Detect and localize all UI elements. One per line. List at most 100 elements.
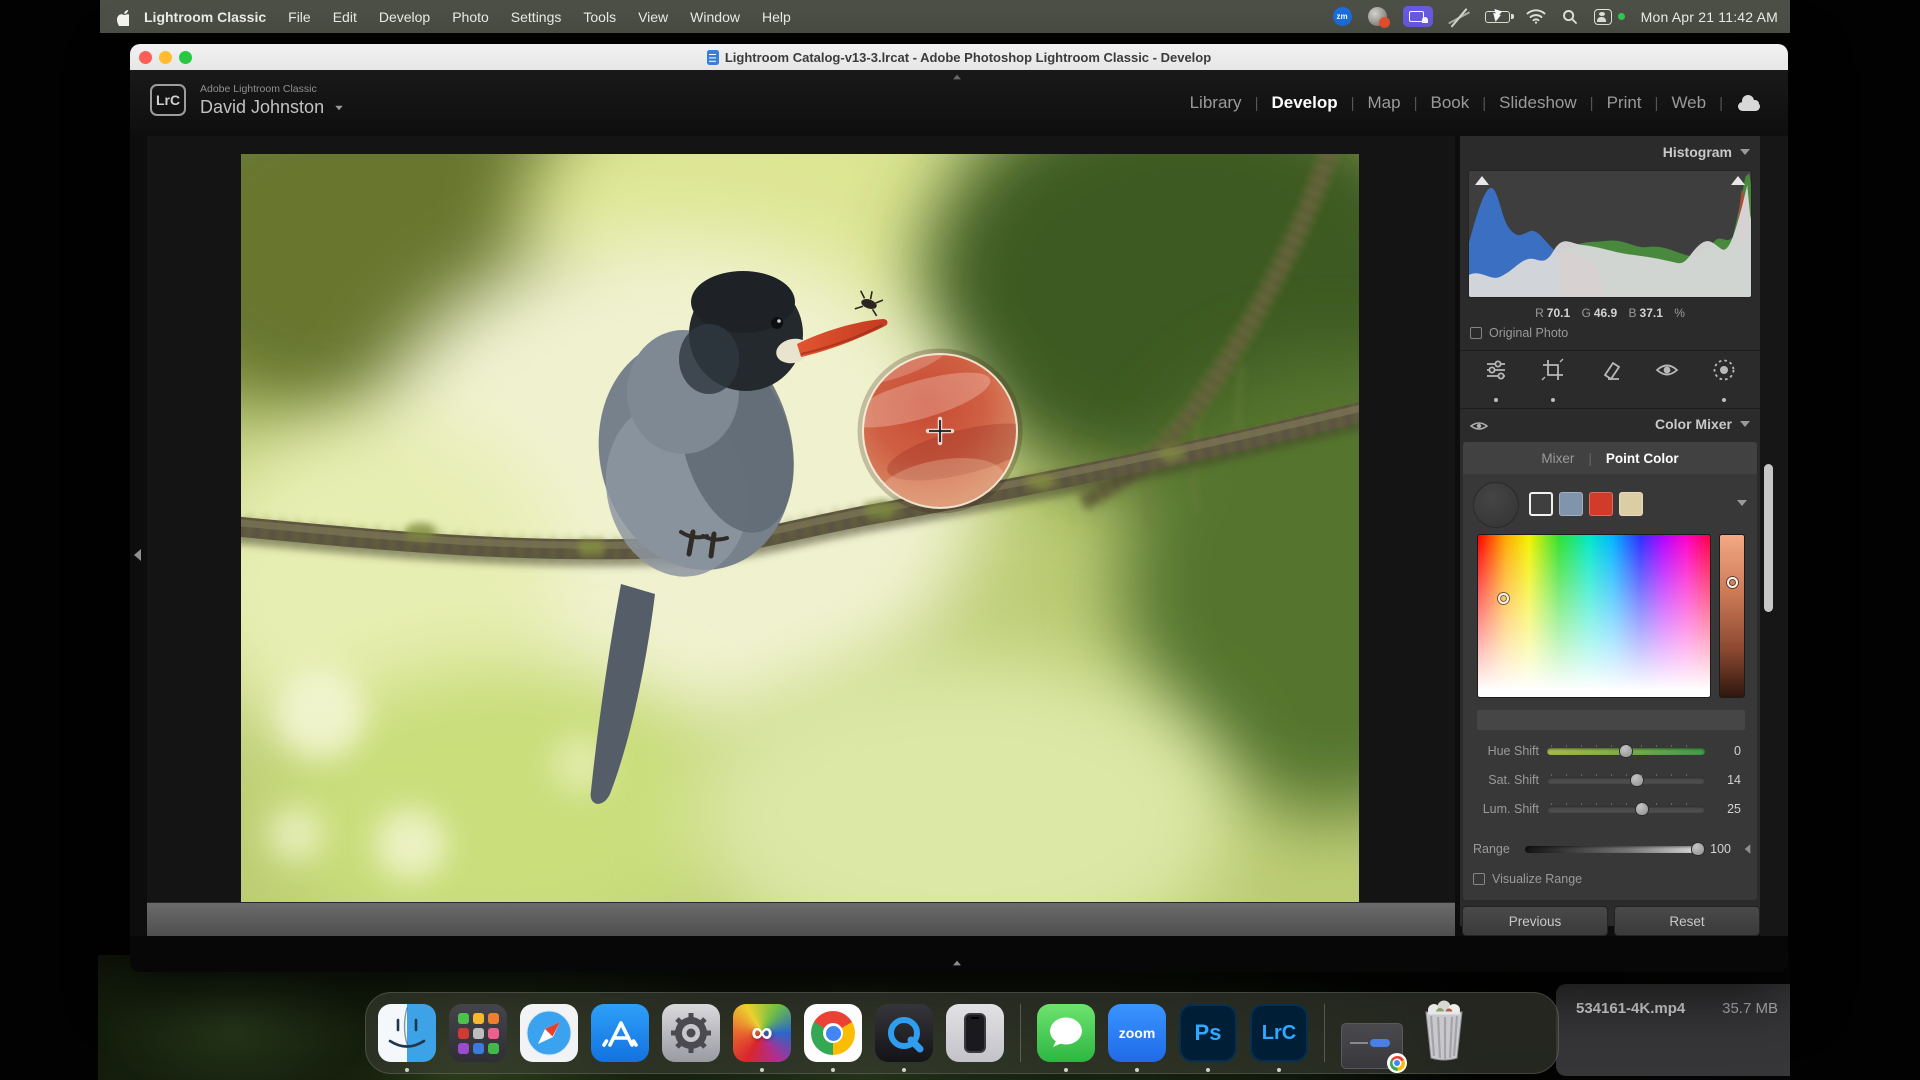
creative-cloud-status-icon[interactable]: [1368, 7, 1387, 26]
menu-item-help[interactable]: Help: [751, 9, 802, 25]
dock-icon-iphone-mirroring[interactable]: [946, 1004, 1004, 1062]
background-file-window[interactable]: …… 534161-4K.mp4 35.7 MB: [1556, 984, 1790, 1076]
screen-sharing-icon[interactable]: [1403, 6, 1433, 27]
dock-icon-app-store[interactable]: [591, 1004, 649, 1062]
menu-item-settings[interactable]: Settings: [500, 9, 573, 25]
sat-shift-slider[interactable]: [1547, 777, 1705, 784]
pencil-slash-icon[interactable]: [1449, 7, 1469, 27]
filmstrip-reveal-icon[interactable]: [953, 961, 961, 966]
masking-icon[interactable]: [1702, 356, 1746, 404]
visualize-range-row[interactable]: Visualize Range: [1473, 872, 1582, 886]
module-web[interactable]: Web: [1671, 93, 1706, 113]
highlight-clipping-icon[interactable]: [1731, 176, 1745, 185]
window-titlebar[interactable]: Lightroom Catalog-v13-3.lrcat - Adobe Ph…: [130, 44, 1788, 70]
menu-item-edit[interactable]: Edit: [322, 9, 368, 25]
menu-item-window[interactable]: Window: [679, 9, 751, 25]
menu-item-photo[interactable]: Photo: [441, 9, 500, 25]
range-expand-icon[interactable]: [1745, 844, 1751, 854]
swatch-options-icon[interactable]: [1737, 500, 1747, 506]
file-size: 35.7 MB: [1722, 1000, 1778, 1017]
cloud-sync-icon[interactable]: [1736, 95, 1762, 111]
running-dot: [1064, 1068, 1068, 1072]
window-title: Lightroom Catalog-v13-3.lrcat - Adobe Ph…: [725, 50, 1211, 65]
color-mixer-collapse-icon[interactable]: [1740, 421, 1750, 427]
red-eye-icon[interactable]: [1645, 356, 1689, 404]
photo-bird-on-branch[interactable]: [241, 154, 1359, 904]
top-panel-collapse-icon[interactable]: [953, 75, 961, 80]
hue-shift-slider[interactable]: [1547, 748, 1705, 755]
dock-icon-quicktime[interactable]: [875, 1004, 933, 1062]
dock-icon-photoshop[interactable]: Ps: [1179, 1004, 1237, 1062]
module-develop[interactable]: Develop: [1271, 93, 1337, 113]
lum-shift-thumb[interactable]: [1635, 802, 1649, 816]
module-library[interactable]: Library: [1190, 93, 1242, 113]
zoom-status-icon[interactable]: zm: [1333, 7, 1352, 26]
develop-canvas: [147, 136, 1455, 902]
dock-icon-trash[interactable]: [1416, 1004, 1472, 1062]
original-photo-row[interactable]: Original Photo: [1470, 326, 1568, 340]
apple-icon[interactable]: [114, 8, 129, 26]
range-thumb[interactable]: [1691, 842, 1705, 856]
tab-mixer[interactable]: Mixer: [1541, 451, 1574, 466]
running-dot: [1135, 1068, 1139, 1072]
crop-icon[interactable]: [1531, 356, 1575, 404]
module-book[interactable]: Book: [1431, 93, 1470, 113]
point-color-swatch-1[interactable]: [1529, 492, 1553, 516]
point-color-swatch-2[interactable]: [1559, 492, 1583, 516]
dock-icon-chrome[interactable]: [804, 1004, 862, 1062]
menu-item-app[interactable]: Lightroom Classic: [133, 9, 277, 25]
bottom-toolbar[interactable]: [147, 902, 1455, 936]
menu-item-tools[interactable]: Tools: [572, 9, 627, 25]
tab-point-color[interactable]: Point Color: [1606, 451, 1679, 466]
menubar-clock[interactable]: Mon Apr 21 11:42 AM: [1641, 9, 1778, 25]
shadow-clipping-icon[interactable]: [1475, 176, 1489, 185]
visualize-range-checkbox[interactable]: [1473, 873, 1485, 885]
original-photo-checkbox[interactable]: [1470, 327, 1482, 339]
color-mixer-eye-icon[interactable]: [1470, 420, 1488, 432]
previous-button[interactable]: Previous: [1462, 906, 1608, 936]
hue-shift-thumb[interactable]: [1619, 744, 1633, 758]
module-map[interactable]: Map: [1368, 93, 1401, 113]
hue-sat-selection-dot[interactable]: [1498, 593, 1509, 604]
histogram-box[interactable]: [1468, 170, 1752, 298]
reset-button[interactable]: Reset: [1614, 906, 1760, 936]
spotlight-search-icon[interactable]: [1562, 9, 1578, 25]
point-color-swatch-3[interactable]: [1589, 492, 1613, 516]
dock-icon-lightroom-classic[interactable]: LrC: [1250, 1004, 1308, 1062]
identity-plate[interactable]: David Johnston: [200, 97, 344, 118]
battery-charging-icon[interactable]: [1485, 11, 1510, 23]
dock-icon-safari[interactable]: [520, 1004, 578, 1062]
dock-icon-zoom[interactable]: zoom: [1108, 1004, 1166, 1062]
dock-icon-system-settings[interactable]: [662, 1004, 720, 1062]
color-mixer-header[interactable]: Color Mixer: [1655, 416, 1750, 432]
running-dot: [760, 1068, 764, 1072]
dock-icon-finder[interactable]: [378, 1004, 436, 1062]
hue-saturation-gradient[interactable]: [1477, 534, 1711, 698]
module-print[interactable]: Print: [1607, 93, 1642, 113]
range-slider[interactable]: [1525, 846, 1703, 853]
identity-dropdown-icon[interactable]: [335, 105, 343, 110]
menu-item-view[interactable]: View: [627, 9, 679, 25]
lum-shift-slider[interactable]: [1547, 806, 1705, 813]
wifi-icon[interactable]: [1526, 9, 1546, 24]
panel-scrollbar[interactable]: [1764, 464, 1773, 612]
histogram-header[interactable]: Histogram: [1663, 144, 1750, 160]
heal-icon[interactable]: [1588, 356, 1632, 404]
luminance-selection-dot[interactable]: [1727, 577, 1738, 588]
visualize-range-label: Visualize Range: [1492, 872, 1582, 886]
point-color-sample-circle[interactable]: [1473, 482, 1519, 528]
dock-icon-launchpad[interactable]: [449, 1004, 507, 1062]
fast-user-switch-icon[interactable]: [1594, 9, 1612, 25]
sat-shift-thumb[interactable]: [1630, 773, 1644, 787]
dock-icon-messages[interactable]: [1037, 1004, 1095, 1062]
menu-item-file[interactable]: File: [277, 9, 322, 25]
module-slideshow[interactable]: Slideshow: [1499, 93, 1577, 113]
dock-icon-adobe-creative-cloud[interactable]: ∞: [733, 1004, 791, 1062]
basic-adjust-icon[interactable]: [1474, 356, 1518, 404]
point-color-swatch-4[interactable]: [1619, 492, 1643, 516]
histogram-collapse-icon[interactable]: [1740, 149, 1750, 155]
luminance-bar[interactable]: [1719, 534, 1745, 698]
dock-minimized-window[interactable]: [1341, 1023, 1403, 1069]
menu-item-develop[interactable]: Develop: [368, 9, 441, 25]
left-panel-reveal-icon[interactable]: [134, 549, 141, 561]
